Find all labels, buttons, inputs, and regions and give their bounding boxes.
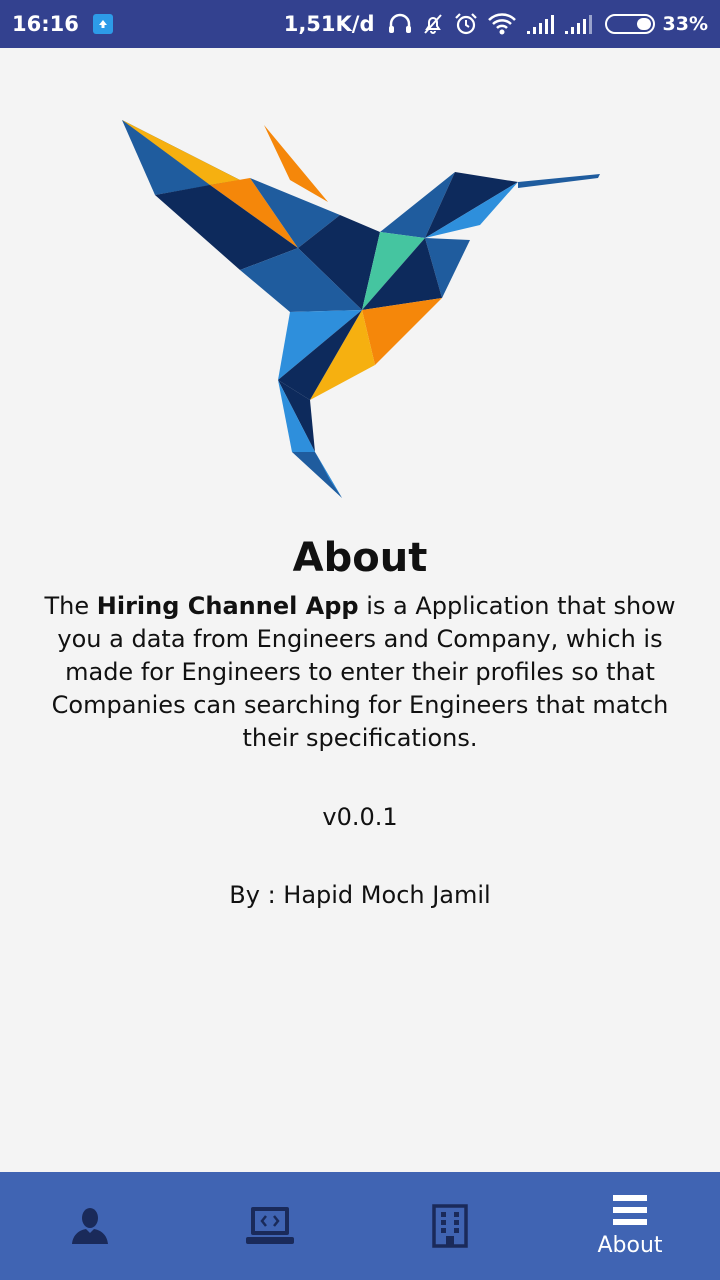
building-icon: [432, 1204, 468, 1248]
bottom-navigation: About: [0, 1172, 720, 1280]
page-title: About: [292, 535, 428, 581]
nav-about[interactable]: About: [540, 1172, 720, 1280]
battery-percentage: 33%: [662, 13, 708, 35]
laptop-code-icon: [246, 1207, 294, 1244]
battery-icon: [604, 14, 655, 34]
app-author: By : Hapid Moch Jamil: [229, 881, 491, 909]
app-name: Hiring Channel App: [96, 592, 359, 620]
about-screen: About The Hiring Channel App is a Applic…: [0, 48, 720, 1172]
nav-engineers[interactable]: [0, 1172, 180, 1280]
signal-2-icon: [563, 13, 593, 35]
nav-projects[interactable]: [180, 1172, 360, 1280]
headset-icon: [387, 12, 413, 36]
nav-companies[interactable]: [360, 1172, 540, 1280]
status-bar: 16:16 1,51K/d 33%: [0, 0, 720, 48]
nav-about-label: About: [597, 1232, 663, 1258]
app-version: v0.0.1: [322, 803, 398, 831]
signal-1-icon: [525, 13, 555, 35]
notifications-off-icon: [421, 12, 445, 36]
about-description: The Hiring Channel App is a Application …: [36, 590, 684, 755]
person-icon: [72, 1208, 108, 1244]
network-speed: 1,51K/d: [283, 12, 375, 36]
upload-notification-icon: [92, 14, 113, 34]
alarm-icon: [453, 11, 479, 37]
menu-icon: [613, 1194, 647, 1225]
desc-prefix: The: [44, 592, 97, 620]
wifi-icon: [487, 12, 517, 36]
status-time: 16:16: [12, 12, 79, 36]
hummingbird-logo: [122, 120, 600, 498]
